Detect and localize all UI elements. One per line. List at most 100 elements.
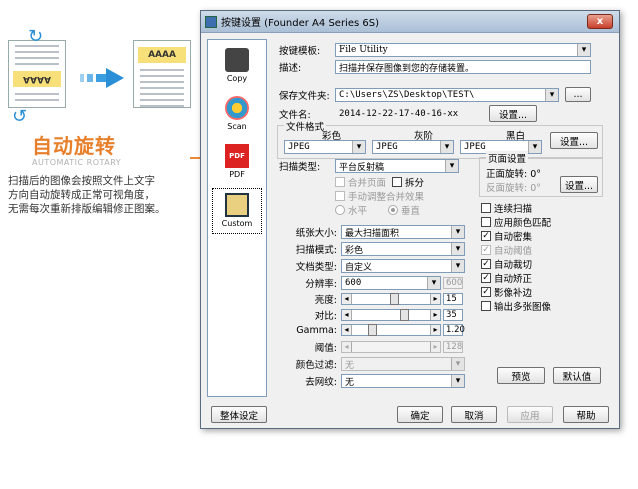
scan-type-label: 扫描类型: <box>279 162 321 173</box>
moire-label: 去网纹: <box>305 377 337 388</box>
promo-subtitle: AUTOMATIC ROTARY <box>32 158 122 167</box>
close-button[interactable]: x <box>587 14 613 29</box>
resolution-value: 600 <box>443 277 463 289</box>
split-label: 拆分 <box>405 178 425 189</box>
contrast-decrease[interactable]: ◂ <box>342 310 352 320</box>
file-format-title: 文件格式 <box>284 119 327 133</box>
sidebar-item-pdf[interactable]: PDF PDF <box>212 140 262 186</box>
gamma-decrease[interactable]: ◂ <box>342 325 352 335</box>
moire-select[interactable]: 无 <box>341 374 465 388</box>
description-input[interactable]: 扫描并保存图像到您的存储装置。 <box>335 60 591 74</box>
auto-deskew-checkbox[interactable]: ✓ <box>481 273 491 283</box>
cancel-button[interactable]: 取消 <box>451 406 497 423</box>
merge-pages-label: 合并页面 <box>348 178 387 189</box>
doc-after-image: AAAA <box>133 40 191 108</box>
auto-deskew-label: 自动矫正 <box>494 274 533 285</box>
back-rotate-label: 反面旋转: 0° <box>486 183 542 194</box>
contrast-slider[interactable]: ◂ ▸ <box>341 309 441 321</box>
brightness-slider[interactable]: ◂ ▸ <box>341 293 441 305</box>
page-settings-title: 页面设置 <box>486 151 529 165</box>
filename-value: 2014-12-22-17-40-16-xx <box>339 108 459 119</box>
brightness-thumb[interactable] <box>390 293 399 305</box>
doc-type-label: 文档类型: <box>295 262 337 273</box>
gamma-increase[interactable]: ▸ <box>430 325 440 335</box>
dialog-title: 按键设置 (Founder A4 Series 6S) <box>221 18 379 29</box>
save-folder-label: 保存文件夹: <box>279 90 330 102</box>
image-fill-label: 影像补边 <box>494 288 533 299</box>
threshold-label: 阈值: <box>314 343 337 354</box>
continuous-scan-checkbox[interactable] <box>481 203 491 213</box>
vertical-label: 垂直 <box>401 206 421 217</box>
global-settings-button[interactable]: 整体设定 <box>211 406 267 423</box>
color-match-checkbox[interactable] <box>481 217 491 227</box>
rotate-arrow-icon-2: ↺ <box>12 106 28 127</box>
custom-icon <box>225 193 249 217</box>
gamma-thumb[interactable] <box>368 324 377 336</box>
threshold-increase[interactable]: ▸ <box>430 342 440 352</box>
output-multi-checkbox[interactable] <box>481 301 491 311</box>
brightness-label: 亮度: <box>314 295 337 306</box>
sidebar-item-label: PDF <box>229 170 245 179</box>
auto-threshold-label: 自动阈值 <box>494 246 533 257</box>
paper-size-label: 纸张大小: <box>295 228 337 239</box>
preview-button[interactable]: 预览 <box>497 367 545 384</box>
help-button[interactable]: 帮助 <box>563 406 609 423</box>
title-bar[interactable]: 按键设置 (Founder A4 Series 6S) <box>201 11 619 33</box>
apply-button[interactable]: 应用 <box>507 406 553 423</box>
page-settings-button[interactable]: 设置... <box>560 176 598 193</box>
brightness-decrease[interactable]: ◂ <box>342 294 352 304</box>
continuous-scan-label: 连续扫描 <box>494 204 533 215</box>
vertical-radio[interactable] <box>388 205 398 215</box>
auto-crop-checkbox[interactable]: ✓ <box>481 259 491 269</box>
save-folder-select[interactable]: C:\Users\ZS\Desktop\TEST\ <box>335 87 559 102</box>
resolution-select[interactable]: 600 <box>341 276 441 290</box>
sidebar-item-scan[interactable]: Scan <box>212 92 262 138</box>
auto-density-checkbox[interactable]: ✓ <box>481 231 491 241</box>
file-format-group: 文件格式 彩色 灰阶 黑白 JPEG JPEG JPEG 设置... <box>277 119 603 159</box>
brightness-value[interactable]: 15 <box>443 293 463 305</box>
auto-threshold-checkbox[interactable]: ✓ <box>481 245 491 255</box>
horizontal-label: 水平 <box>348 206 368 217</box>
sidebar-item-custom[interactable]: Custom <box>212 188 262 234</box>
doc-before-image: AAAA <box>8 40 66 108</box>
page-settings-group: 页面设置 正面旋转: 0° 反面旋转: 0° 设置... <box>479 151 603 197</box>
promo-panel: AAAA ↻ ↺ AAAA 自动旋转 AUTOMATIC ROTARY 扫描后的… <box>0 0 210 489</box>
filename-settings-button[interactable]: 设置... <box>489 105 537 122</box>
sidebar-item-label: Scan <box>227 122 247 131</box>
scan-type-select[interactable]: 平台反射稿 <box>335 159 459 173</box>
color-filter-label: 颜色过滤: <box>295 360 337 371</box>
color-format-select[interactable]: JPEG <box>284 140 366 154</box>
image-fill-checkbox[interactable]: ✓ <box>481 287 491 297</box>
browse-button[interactable]: ... <box>565 87 591 102</box>
split-checkbox[interactable] <box>392 177 402 187</box>
resolution-label: 分辨率: <box>305 279 337 290</box>
contrast-thumb[interactable] <box>400 309 409 321</box>
horizontal-radio[interactable] <box>335 205 345 215</box>
promo-desc-line: 扫描后的图像会按照文件上文字 <box>8 175 155 187</box>
sidebar-item-label: Custom <box>221 219 253 228</box>
merge-pages-checkbox[interactable] <box>335 177 345 187</box>
scan-mode-select[interactable]: 彩色 <box>341 242 465 256</box>
template-select[interactable]: File Utility <box>335 43 591 57</box>
gamma-slider[interactable]: ◂ ▸ <box>341 324 441 336</box>
promo-title: 自动旋转 <box>32 134 116 158</box>
manual-merge-checkbox[interactable] <box>335 191 345 201</box>
sidebar-item-copy[interactable]: Copy <box>212 44 262 90</box>
contrast-value[interactable]: 35 <box>443 309 463 321</box>
contrast-increase[interactable]: ▸ <box>430 310 440 320</box>
format-settings-button[interactable]: 设置... <box>550 132 598 149</box>
promo-desc-line: 无需每次重新排版编辑修正图案。 <box>8 203 166 215</box>
paper-size-select[interactable]: 最大扫描面积 <box>341 225 465 239</box>
auto-crop-label: 自动裁切 <box>494 260 533 271</box>
brightness-increase[interactable]: ▸ <box>430 294 440 304</box>
gamma-value[interactable]: 1.20 <box>443 324 465 336</box>
manual-merge-label: 手动调整合并效果 <box>348 192 425 203</box>
ok-button[interactable]: 确定 <box>397 406 443 423</box>
output-multi-label: 输出多张图像 <box>494 302 552 313</box>
color-filter-select[interactable]: 无 <box>341 357 465 371</box>
gray-format-select[interactable]: JPEG <box>372 140 454 154</box>
threshold-decrease[interactable]: ◂ <box>342 342 352 352</box>
defaults-button[interactable]: 默认值 <box>553 367 601 384</box>
doc-type-select[interactable]: 自定义 <box>341 259 465 273</box>
threshold-slider[interactable]: ◂ ▸ <box>341 341 441 353</box>
